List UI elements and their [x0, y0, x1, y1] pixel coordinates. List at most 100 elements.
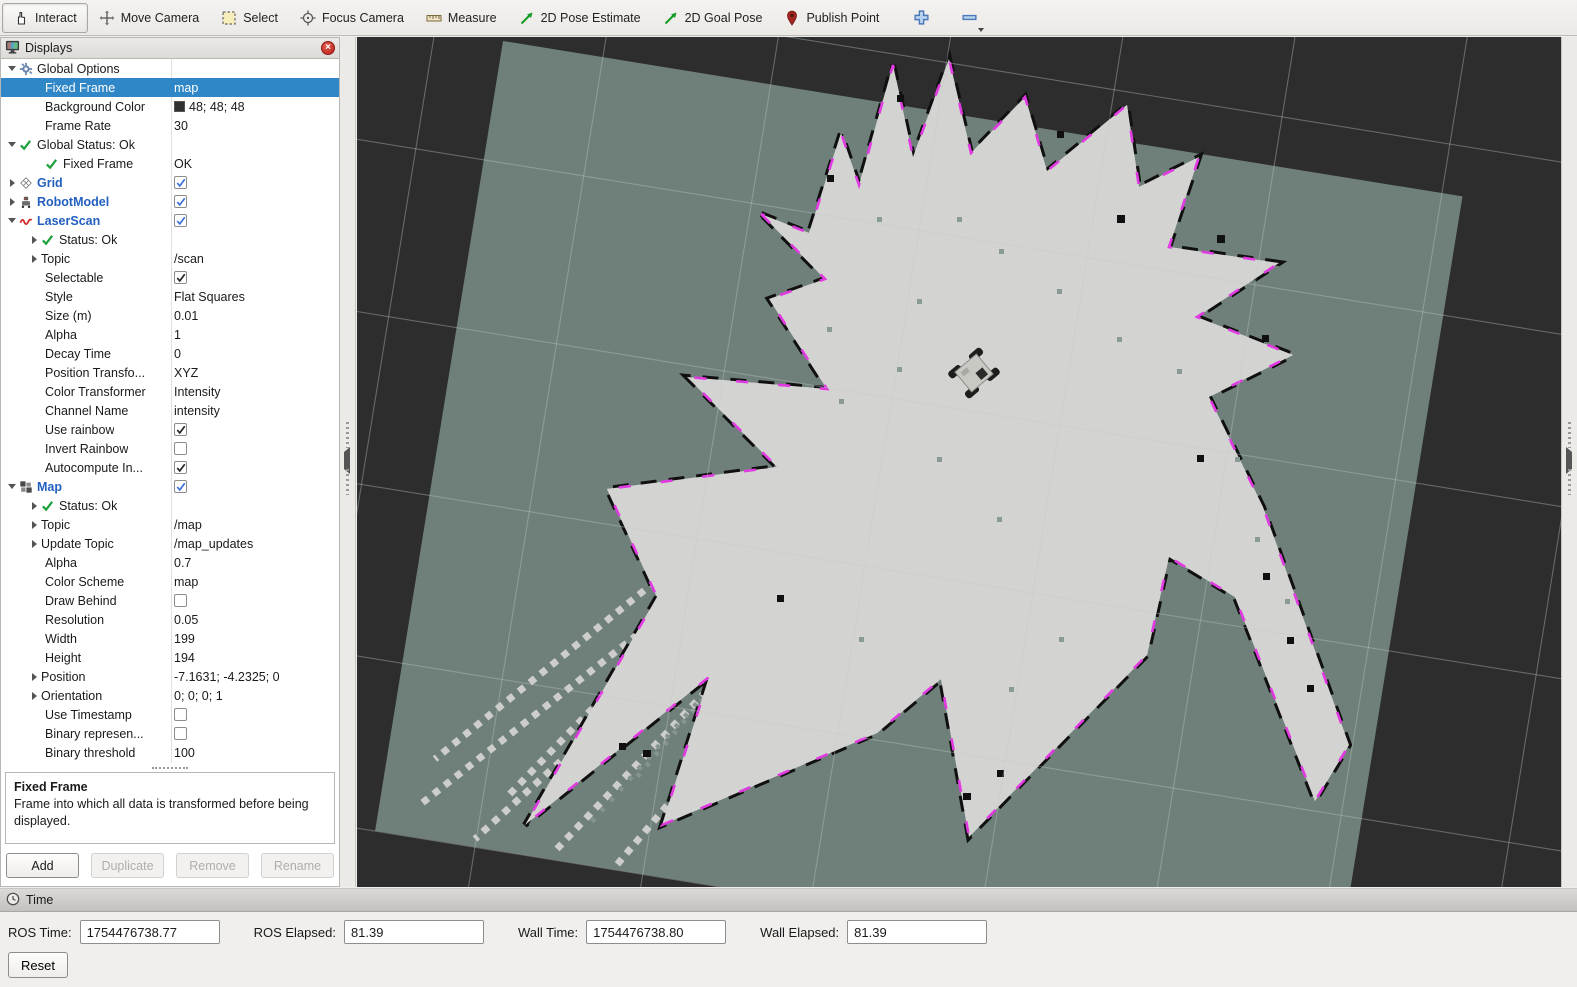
displays-panel-header[interactable]: Displays ×: [1, 38, 339, 59]
tree-row-channel-name[interactable]: Channel Nameintensity: [1, 401, 339, 420]
expander-icon[interactable]: [5, 66, 19, 71]
tree-row-height[interactable]: Height194: [1, 648, 339, 667]
tree-row-global-options[interactable]: Global Options: [1, 59, 339, 78]
tree-row-autocompute[interactable]: Autocompute In...: [1, 458, 339, 477]
tree-row-laserscan-topic[interactable]: Topic /scan: [1, 249, 339, 268]
property-value[interactable]: intensity: [174, 404, 337, 418]
tree-row-background-color[interactable]: Background Color 48; 48; 48: [1, 97, 339, 116]
tree-row-binary-threshold[interactable]: Binary threshold100: [1, 743, 339, 762]
property-value[interactable]: Flat Squares: [174, 290, 337, 304]
tree-row-fixed-frame[interactable]: Fixed Frame map: [1, 78, 339, 97]
wall-time-input[interactable]: [586, 920, 726, 944]
tree-row-map-status[interactable]: Status: Ok: [1, 496, 339, 515]
property-value[interactable]: 48; 48; 48: [174, 100, 337, 114]
ros-elapsed-input[interactable]: [344, 920, 484, 944]
3d-viewport[interactable]: [357, 37, 1561, 887]
expander-icon[interactable]: [27, 521, 41, 529]
expander-icon[interactable]: [27, 255, 41, 263]
tree-row-use-timestamp[interactable]: Use Timestamp: [1, 705, 339, 724]
panel-splitter[interactable]: [1, 763, 339, 772]
binary-representation-checkbox[interactable]: [174, 727, 187, 740]
tree-row-binary-representation[interactable]: Binary represen...: [1, 724, 339, 743]
tree-row-map-alpha[interactable]: Alpha0.7: [1, 553, 339, 572]
tool-focus-camera[interactable]: Focus Camera: [289, 3, 415, 33]
close-icon[interactable]: ×: [321, 41, 335, 55]
tree-row-map-topic[interactable]: Topic /map: [1, 515, 339, 534]
expander-icon[interactable]: [27, 502, 41, 510]
draw-behind-checkbox[interactable]: [174, 594, 187, 607]
tool-select[interactable]: Select: [210, 3, 289, 33]
tree-row-global-status[interactable]: Global Status: Ok: [1, 135, 339, 154]
tree-row-color-transformer[interactable]: Color TransformerIntensity: [1, 382, 339, 401]
expander-icon[interactable]: [5, 198, 19, 206]
tree-row-frame-rate[interactable]: Frame Rate 30: [1, 116, 339, 135]
expander-icon[interactable]: [27, 673, 41, 681]
reset-button[interactable]: Reset: [8, 952, 68, 978]
tree-row-update-topic[interactable]: Update Topic /map_updates: [1, 534, 339, 553]
expander-icon[interactable]: [5, 484, 19, 489]
tree-row-robotmodel[interactable]: RobotModel: [1, 192, 339, 211]
tree-row-color-scheme[interactable]: Color Schememap: [1, 572, 339, 591]
tree-row-orientation[interactable]: Orientation 0; 0; 0; 1: [1, 686, 339, 705]
grid-enabled-checkbox[interactable]: [174, 176, 187, 189]
laserscan-enabled-checkbox[interactable]: [174, 214, 187, 227]
tree-row-alpha[interactable]: Alpha1: [1, 325, 339, 344]
tree-row-position[interactable]: Position -7.1631; -4.2325; 0: [1, 667, 339, 686]
selectable-checkbox[interactable]: [174, 271, 187, 284]
panel-collapse-handle-left[interactable]: [344, 452, 350, 470]
tree-row-laserscan[interactable]: LaserScan: [1, 211, 339, 230]
map-enabled-checkbox[interactable]: [174, 480, 187, 493]
use-rainbow-checkbox[interactable]: [174, 423, 187, 436]
tree-row-invert-rainbow[interactable]: Invert Rainbow: [1, 439, 339, 458]
tree-row-position-transformer[interactable]: Position Transfo...XYZ: [1, 363, 339, 382]
add-button[interactable]: Add: [6, 853, 79, 878]
tree-row-selectable[interactable]: Selectable: [1, 268, 339, 287]
tree-row-draw-behind[interactable]: Draw Behind: [1, 591, 339, 610]
tree-row-grid[interactable]: Grid: [1, 173, 339, 192]
tool-publish-point[interactable]: Publish Point: [773, 3, 890, 33]
expander-icon[interactable]: [27, 540, 41, 548]
property-value[interactable]: 0.01: [174, 309, 337, 323]
expander-icon[interactable]: [27, 692, 41, 700]
tree-row-resolution[interactable]: Resolution0.05: [1, 610, 339, 629]
wall-elapsed-input[interactable]: [847, 920, 987, 944]
tree-row-laserscan-status[interactable]: Status: Ok: [1, 230, 339, 249]
robotmodel-enabled-checkbox[interactable]: [174, 195, 187, 208]
autocompute-checkbox[interactable]: [174, 461, 187, 474]
tree-row-map[interactable]: Map: [1, 477, 339, 496]
tree-row-fixed-frame-status[interactable]: Fixed Frame OK: [1, 154, 339, 173]
property-value[interactable]: /scan: [174, 252, 337, 266]
property-value[interactable]: 1: [174, 328, 337, 342]
tool-interact[interactable]: Interact: [2, 3, 88, 33]
property-value[interactable]: 0.7: [174, 556, 337, 570]
ros-time-input[interactable]: [80, 920, 220, 944]
expander-icon[interactable]: [5, 179, 19, 187]
property-value[interactable]: XYZ: [174, 366, 337, 380]
tool-2d-goal-pose[interactable]: 2D Goal Pose: [652, 3, 774, 33]
property-value[interactable]: map: [174, 81, 337, 95]
property-value[interactable]: map: [174, 575, 337, 589]
property-value[interactable]: 30: [174, 119, 337, 133]
tool-overflow-caret[interactable]: [978, 28, 984, 32]
remove-tool-button[interactable]: [952, 3, 986, 33]
expander-icon[interactable]: [27, 236, 41, 244]
property-value[interactable]: 100: [174, 746, 337, 760]
property-value[interactable]: 0: [174, 347, 337, 361]
property-value[interactable]: Intensity: [174, 385, 337, 399]
tool-measure[interactable]: Measure: [415, 3, 508, 33]
property-value[interactable]: /map: [174, 518, 337, 532]
time-panel-header[interactable]: Time: [0, 889, 1577, 912]
tree-row-style[interactable]: StyleFlat Squares: [1, 287, 339, 306]
panel-collapse-handle-right[interactable]: [1566, 452, 1572, 470]
invert-rainbow-checkbox[interactable]: [174, 442, 187, 455]
use-timestamp-checkbox[interactable]: [174, 708, 187, 721]
expander-icon[interactable]: [5, 218, 19, 223]
tree-row-use-rainbow[interactable]: Use rainbow: [1, 420, 339, 439]
tool-move-camera[interactable]: Move Camera: [88, 3, 211, 33]
tree-row-width[interactable]: Width199: [1, 629, 339, 648]
tool-2d-pose-estimate[interactable]: 2D Pose Estimate: [508, 3, 652, 33]
add-tool-button[interactable]: [904, 3, 938, 33]
tree-row-decay-time[interactable]: Decay Time0: [1, 344, 339, 363]
property-value[interactable]: /map_updates: [174, 537, 337, 551]
tree-row-size[interactable]: Size (m)0.01: [1, 306, 339, 325]
